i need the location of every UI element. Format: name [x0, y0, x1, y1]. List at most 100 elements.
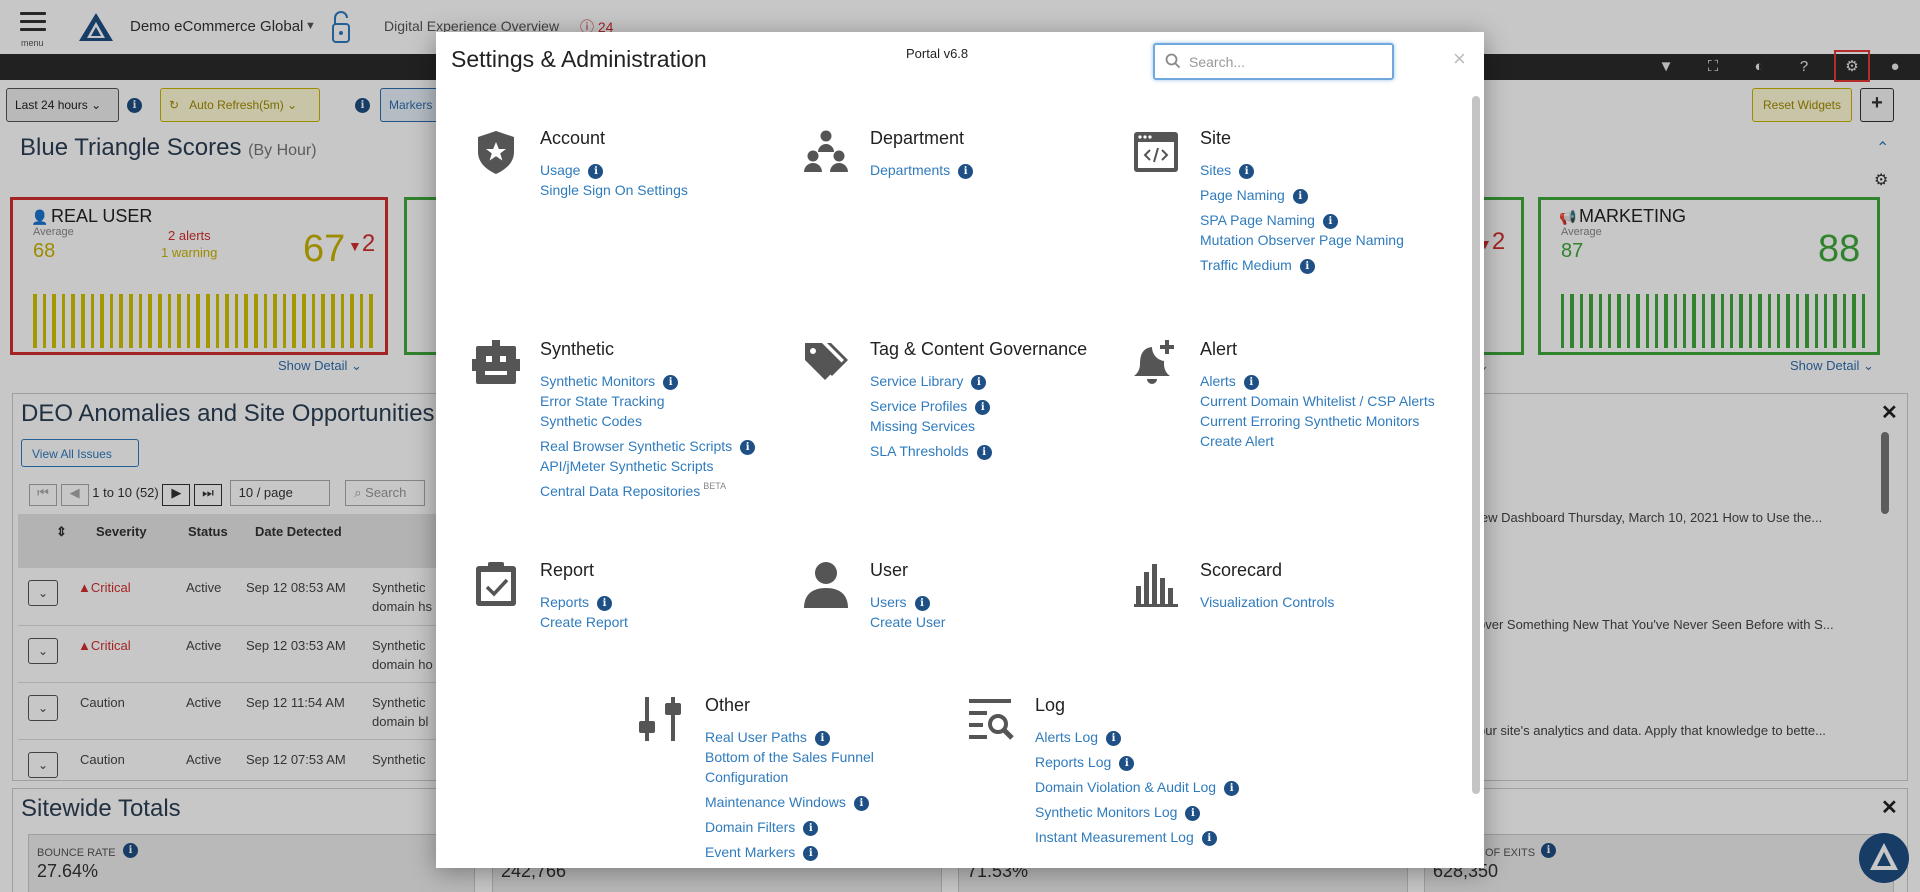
- info-icon[interactable]: i: [958, 164, 974, 179]
- info-icon[interactable]: i: [914, 596, 930, 611]
- link-create-user[interactable]: Create User: [870, 612, 945, 632]
- link-usage[interactable]: Usage i: [540, 160, 688, 180]
- link-maintenance-windows[interactable]: Maintenance Windows i: [705, 792, 874, 812]
- info-icon[interactable]: i: [1292, 189, 1308, 204]
- info-icon[interactable]: i: [1185, 806, 1201, 821]
- settings-modal: Settings & Administration Portal v6.8 × …: [436, 32, 1484, 868]
- info-icon[interactable]: i: [976, 445, 992, 460]
- info-icon[interactable]: i: [1119, 756, 1135, 771]
- category-title: Synthetic: [540, 339, 615, 359]
- link-configuration[interactable]: Configuration: [705, 767, 874, 787]
- info-icon[interactable]: i: [1201, 831, 1217, 846]
- info-icon[interactable]: i: [814, 731, 830, 746]
- link-reports[interactable]: Reports i: [540, 592, 628, 612]
- link-alerts-log[interactable]: Alerts Log i: [1035, 727, 1239, 747]
- link-traffic-medium[interactable]: Traffic Medium i: [1200, 255, 1404, 275]
- category-links: Sites i Page Naming i SPA Page Naming i Mut…: [1200, 160, 1404, 275]
- info-icon[interactable]: i: [853, 796, 869, 811]
- sliders-icon: [639, 697, 681, 741]
- info-icon[interactable]: i: [1239, 164, 1255, 179]
- link-visualization-controls[interactable]: Visualization Controls: [1200, 592, 1334, 612]
- link-service-profiles[interactable]: Service Profiles i: [870, 396, 992, 416]
- link-synthetic-monitors[interactable]: Synthetic Monitors i: [540, 371, 755, 391]
- category-title: User: [870, 560, 909, 580]
- link-users[interactable]: Users i: [870, 592, 945, 612]
- info-icon[interactable]: i: [975, 400, 991, 415]
- info-icon[interactable]: i: [588, 164, 604, 179]
- link-label: Current Domain Whitelist / CSP Alerts: [1200, 393, 1435, 409]
- info-icon[interactable]: i: [803, 846, 819, 861]
- link-reports-log[interactable]: Reports Log i: [1035, 752, 1239, 772]
- link-label: Reports: [540, 594, 590, 610]
- info-icon[interactable]: i: [1224, 781, 1240, 796]
- modal-scrollbar[interactable]: [1472, 96, 1480, 794]
- info-icon[interactable]: i: [803, 821, 819, 836]
- info-icon[interactable]: i: [663, 375, 679, 390]
- category-title: Account: [540, 128, 606, 148]
- info-icon[interactable]: i: [597, 596, 613, 611]
- info-icon[interactable]: i: [971, 375, 987, 390]
- link-current-erroring-synthetic-monitors[interactable]: Current Erroring Synthetic Monitors: [1200, 411, 1435, 431]
- log-search-icon: [969, 699, 1014, 740]
- link-synthetic-codes[interactable]: Synthetic Codes: [540, 411, 755, 431]
- link-service-library[interactable]: Service Library i: [870, 371, 992, 391]
- link-page-naming[interactable]: Page Naming i: [1200, 185, 1404, 205]
- category-title: Report: [540, 560, 595, 580]
- link-current-domain-whitelist-csp-alerts[interactable]: Current Domain Whitelist / CSP Alerts: [1200, 391, 1435, 411]
- modal-search-input[interactable]: [1189, 51, 1384, 73]
- info-icon[interactable]: i: [1243, 375, 1259, 390]
- category-links: Alerts i Current Domain Whitelist / CSP A…: [1200, 371, 1435, 451]
- link-label: Synthetic Codes: [540, 413, 642, 429]
- info-icon[interactable]: i: [740, 440, 756, 455]
- bell-plus-icon: [1134, 340, 1174, 384]
- modal-search[interactable]: [1153, 43, 1394, 80]
- link-label: Service Library: [870, 373, 964, 389]
- link-instant-measurement-log[interactable]: Instant Measurement Log i: [1035, 827, 1239, 847]
- link-central-data-repositories[interactable]: Central Data Repositories BETA: [540, 476, 755, 501]
- link-sites[interactable]: Sites i: [1200, 160, 1404, 180]
- link-synthetic-monitors-log[interactable]: Synthetic Monitors Log i: [1035, 802, 1239, 822]
- link-label: Departments: [870, 162, 951, 178]
- link-single-sign-on-settings[interactable]: Single Sign On Settings: [540, 180, 688, 200]
- link-create-report[interactable]: Create Report: [540, 612, 628, 632]
- clipboard-check-icon: [476, 562, 516, 606]
- info-icon[interactable]: i: [1299, 259, 1315, 274]
- link-spa-page-naming[interactable]: SPA Page Naming i: [1200, 210, 1404, 230]
- info-icon[interactable]: i: [1322, 214, 1338, 229]
- link-real-user-paths[interactable]: Real User Paths i: [705, 727, 874, 747]
- link-departments[interactable]: Departments i: [870, 160, 974, 180]
- category-links: Service Library i Service Profiles i Missi…: [870, 371, 992, 461]
- category-links: Real User Paths i Bottom of the Sales Fun…: [705, 727, 874, 862]
- link-alerts[interactable]: Alerts i: [1200, 371, 1435, 391]
- info-icon[interactable]: i: [1106, 731, 1122, 746]
- shield-star-icon: [478, 131, 514, 174]
- link-real-browser-synthetic-scripts[interactable]: Real Browser Synthetic Scripts i: [540, 436, 756, 456]
- link-label: Create Alert: [1200, 433, 1274, 449]
- link-label: Missing Services: [870, 418, 976, 434]
- department-people-icon: [804, 130, 848, 172]
- category-links: Synthetic Monitors i Error State Tracking…: [540, 371, 756, 501]
- link-mutation-observer-page-naming[interactable]: Mutation Observer Page Naming: [1200, 230, 1404, 250]
- link-error-state-tracking[interactable]: Error State Tracking: [540, 391, 755, 411]
- link-label: Event Markers: [705, 844, 796, 860]
- link-create-alert[interactable]: Create Alert: [1200, 431, 1435, 451]
- link-label: Synthetic Monitors: [540, 373, 656, 389]
- link-label: Alerts: [1200, 373, 1236, 389]
- link-label: Alerts Log: [1035, 729, 1099, 745]
- link-api-jmeter-synthetic-scripts[interactable]: API/jMeter Synthetic Scripts: [540, 456, 755, 476]
- link-label: SLA Thresholds: [870, 443, 969, 459]
- link-domain-filters[interactable]: Domain Filters i: [705, 817, 874, 837]
- link-label: Mutation Observer Page Naming: [1200, 232, 1404, 248]
- link-label: Create Report: [540, 614, 628, 630]
- link-label: Error State Tracking: [540, 393, 665, 409]
- link-label: Current Erroring Synthetic Monitors: [1200, 413, 1420, 429]
- modal-close-button[interactable]: ×: [1453, 46, 1466, 72]
- link-missing-services[interactable]: Missing Services: [870, 416, 992, 436]
- link-label: Bottom of the Sales Funnel: [705, 749, 874, 765]
- link-domain-violation-audit-log[interactable]: Domain Violation & Audit Log i: [1035, 777, 1240, 797]
- link-bottom-of-sales-funnel[interactable]: Bottom of the Sales Funnel: [705, 747, 874, 767]
- link-sla-thresholds[interactable]: SLA Thresholds i: [870, 441, 992, 461]
- link-label: Central Data Repositories: [540, 483, 701, 499]
- link-event-markers[interactable]: Event Markers i: [705, 842, 874, 862]
- category-links: Reports i Create Report: [540, 592, 628, 632]
